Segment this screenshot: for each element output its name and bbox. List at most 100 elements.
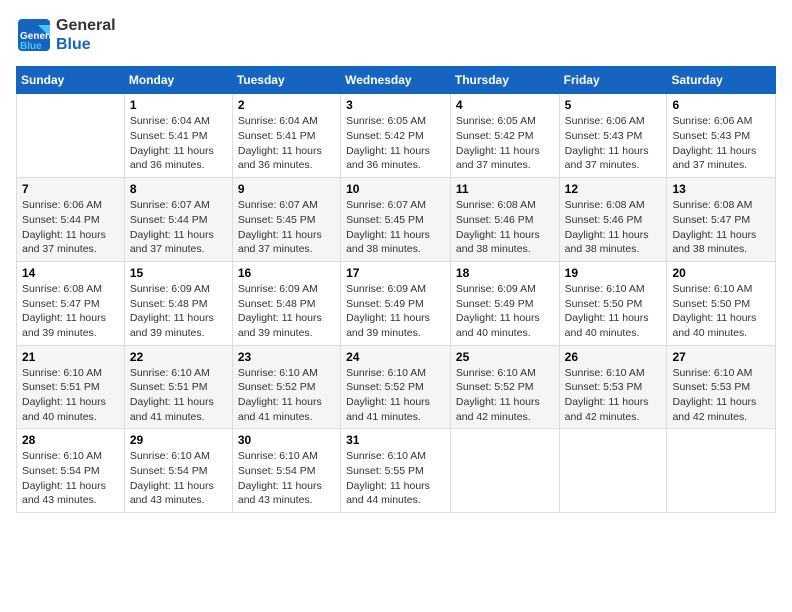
day-number: 4: [456, 98, 554, 112]
calendar-cell: [450, 429, 559, 513]
day-info: Sunrise: 6:10 AM Sunset: 5:54 PM Dayligh…: [22, 449, 119, 508]
day-info: Sunrise: 6:04 AM Sunset: 5:41 PM Dayligh…: [238, 114, 335, 173]
day-info: Sunrise: 6:08 AM Sunset: 5:46 PM Dayligh…: [456, 198, 554, 257]
calendar-cell: 11 Sunrise: 6:08 AM Sunset: 5:46 PM Dayli…: [450, 178, 559, 262]
calendar-cell: 3Sunrise: 6:05 AM Sunset: 5:42 PM Daylig…: [341, 94, 451, 178]
calendar-cell: 30Sunrise: 6:10 AM Sunset: 5:54 PM Dayli…: [232, 429, 340, 513]
calendar-cell: [559, 429, 667, 513]
day-info: Sunrise: 6:06 AM Sunset: 5:43 PM Dayligh…: [565, 114, 662, 173]
day-number: 21: [22, 350, 119, 364]
day-number: 20: [672, 266, 770, 280]
calendar-cell: 7 Sunrise: 6:06 AM Sunset: 5:44 PM Daylig…: [17, 178, 125, 262]
day-number: 18: [456, 266, 554, 280]
day-info: Sunrise: 6:08 AM Sunset: 5:47 PM Dayligh…: [22, 282, 119, 341]
week-row-4: 21 Sunrise: 6:10 AM Sunset: 5:51 PM Dayli…: [17, 345, 776, 429]
calendar-cell: 16 Sunrise: 6:09 AM Sunset: 5:48 PM Dayli…: [232, 261, 340, 345]
calendar-cell: [667, 429, 776, 513]
week-row-3: 14 Sunrise: 6:08 AM Sunset: 5:47 PM Dayli…: [17, 261, 776, 345]
day-info: Sunrise: 6:09 AM Sunset: 5:49 PM Dayligh…: [346, 282, 445, 341]
day-info: Sunrise: 6:09 AM Sunset: 5:48 PM Dayligh…: [238, 282, 335, 341]
calendar-cell: 10 Sunrise: 6:07 AM Sunset: 5:45 PM Dayli…: [341, 178, 451, 262]
day-info: Sunrise: 6:10 AM Sunset: 5:51 PM Dayligh…: [22, 366, 119, 425]
calendar-cell: 27 Sunrise: 6:10 AM Sunset: 5:53 PM Dayli…: [667, 345, 776, 429]
day-info: Sunrise: 6:10 AM Sunset: 5:50 PM Dayligh…: [672, 282, 770, 341]
calendar-cell: 5 Sunrise: 6:06 AM Sunset: 5:43 PM Daylig…: [559, 94, 667, 178]
calendar-cell: 14 Sunrise: 6:08 AM Sunset: 5:47 PM Dayli…: [17, 261, 125, 345]
header-row: SundayMondayTuesdayWednesdayThursdayFrid…: [17, 67, 776, 94]
day-info: Sunrise: 6:10 AM Sunset: 5:52 PM Dayligh…: [346, 366, 445, 425]
header-cell-friday: Friday: [559, 67, 667, 94]
day-info: Sunrise: 6:10 AM Sunset: 5:52 PM Dayligh…: [238, 366, 335, 425]
calendar-cell: 20 Sunrise: 6:10 AM Sunset: 5:50 PM Dayli…: [667, 261, 776, 345]
day-number: 10: [346, 182, 445, 196]
day-number: 3: [346, 98, 445, 112]
calendar-cell: 21 Sunrise: 6:10 AM Sunset: 5:51 PM Dayli…: [17, 345, 125, 429]
header-cell-wednesday: Wednesday: [341, 67, 451, 94]
day-number: 5: [565, 98, 662, 112]
day-number: 22: [130, 350, 227, 364]
day-number: 6: [672, 98, 770, 112]
calendar-table: SundayMondayTuesdayWednesdayThursdayFrid…: [16, 66, 776, 513]
calendar-cell: 2Sunrise: 6:04 AM Sunset: 5:41 PM Daylig…: [232, 94, 340, 178]
calendar-cell: 13 Sunrise: 6:08 AM Sunset: 5:47 PM Dayli…: [667, 178, 776, 262]
logo: General Blue General Blue: [16, 16, 116, 54]
calendar-cell: 26Sunrise: 6:10 AM Sunset: 5:53 PM Dayli…: [559, 345, 667, 429]
day-info: Sunrise: 6:08 AM Sunset: 5:46 PM Dayligh…: [565, 198, 662, 257]
day-info: Sunrise: 6:10 AM Sunset: 5:54 PM Dayligh…: [238, 449, 335, 508]
logo-icon: General Blue: [16, 17, 52, 53]
calendar-cell: 25Sunrise: 6:10 AM Sunset: 5:52 PM Dayli…: [450, 345, 559, 429]
calendar-cell: 19Sunrise: 6:10 AM Sunset: 5:50 PM Dayli…: [559, 261, 667, 345]
calendar-cell: 15 Sunrise: 6:09 AM Sunset: 5:48 PM Dayli…: [124, 261, 232, 345]
week-row-5: 28 Sunrise: 6:10 AM Sunset: 5:54 PM Dayli…: [17, 429, 776, 513]
day-number: 23: [238, 350, 335, 364]
day-info: Sunrise: 6:10 AM Sunset: 5:50 PM Dayligh…: [565, 282, 662, 341]
calendar-cell: 4 Sunrise: 6:05 AM Sunset: 5:42 PM Daylig…: [450, 94, 559, 178]
day-number: 26: [565, 350, 662, 364]
day-number: 9: [238, 182, 335, 196]
header-cell-tuesday: Tuesday: [232, 67, 340, 94]
day-number: 31: [346, 433, 445, 447]
day-info: Sunrise: 6:10 AM Sunset: 5:55 PM Dayligh…: [346, 449, 445, 508]
day-number: 14: [22, 266, 119, 280]
day-number: 13: [672, 182, 770, 196]
calendar-cell: 28 Sunrise: 6:10 AM Sunset: 5:54 PM Dayli…: [17, 429, 125, 513]
day-number: 15: [130, 266, 227, 280]
week-row-2: 7 Sunrise: 6:06 AM Sunset: 5:44 PM Daylig…: [17, 178, 776, 262]
day-info: Sunrise: 6:09 AM Sunset: 5:48 PM Dayligh…: [130, 282, 227, 341]
day-info: Sunrise: 6:10 AM Sunset: 5:51 PM Dayligh…: [130, 366, 227, 425]
header-cell-sunday: Sunday: [17, 67, 125, 94]
day-number: 11: [456, 182, 554, 196]
day-number: 27: [672, 350, 770, 364]
calendar-cell: [17, 94, 125, 178]
day-info: Sunrise: 6:10 AM Sunset: 5:54 PM Dayligh…: [130, 449, 227, 508]
day-number: 17: [346, 266, 445, 280]
calendar-cell: 22 Sunrise: 6:10 AM Sunset: 5:51 PM Dayli…: [124, 345, 232, 429]
day-info: Sunrise: 6:10 AM Sunset: 5:53 PM Dayligh…: [672, 366, 770, 425]
day-info: Sunrise: 6:07 AM Sunset: 5:45 PM Dayligh…: [346, 198, 445, 257]
day-info: Sunrise: 6:05 AM Sunset: 5:42 PM Dayligh…: [456, 114, 554, 173]
day-info: Sunrise: 6:07 AM Sunset: 5:44 PM Dayligh…: [130, 198, 227, 257]
page-header: General Blue General Blue: [16, 16, 776, 54]
day-info: Sunrise: 6:10 AM Sunset: 5:52 PM Dayligh…: [456, 366, 554, 425]
day-info: Sunrise: 6:09 AM Sunset: 5:49 PM Dayligh…: [456, 282, 554, 341]
day-number: 29: [130, 433, 227, 447]
day-info: Sunrise: 6:06 AM Sunset: 5:44 PM Dayligh…: [22, 198, 119, 257]
calendar-cell: 23 Sunrise: 6:10 AM Sunset: 5:52 PM Dayli…: [232, 345, 340, 429]
header-cell-saturday: Saturday: [667, 67, 776, 94]
calendar-cell: 9 Sunrise: 6:07 AM Sunset: 5:45 PM Daylig…: [232, 178, 340, 262]
calendar-cell: 8 Sunrise: 6:07 AM Sunset: 5:44 PM Daylig…: [124, 178, 232, 262]
day-number: 28: [22, 433, 119, 447]
day-number: 7: [22, 182, 119, 196]
calendar-cell: 24 Sunrise: 6:10 AM Sunset: 5:52 PM Dayli…: [341, 345, 451, 429]
day-number: 8: [130, 182, 227, 196]
day-info: Sunrise: 6:07 AM Sunset: 5:45 PM Dayligh…: [238, 198, 335, 257]
calendar-cell: 18 Sunrise: 6:09 AM Sunset: 5:49 PM Dayli…: [450, 261, 559, 345]
week-row-1: 1 Sunrise: 6:04 AM Sunset: 5:41 PM Daylig…: [17, 94, 776, 178]
calendar-cell: 12Sunrise: 6:08 AM Sunset: 5:46 PM Dayli…: [559, 178, 667, 262]
day-info: Sunrise: 6:08 AM Sunset: 5:47 PM Dayligh…: [672, 198, 770, 257]
day-number: 24: [346, 350, 445, 364]
day-number: 16: [238, 266, 335, 280]
day-number: 1: [130, 98, 227, 112]
header-cell-monday: Monday: [124, 67, 232, 94]
svg-text:Blue: Blue: [20, 41, 42, 52]
